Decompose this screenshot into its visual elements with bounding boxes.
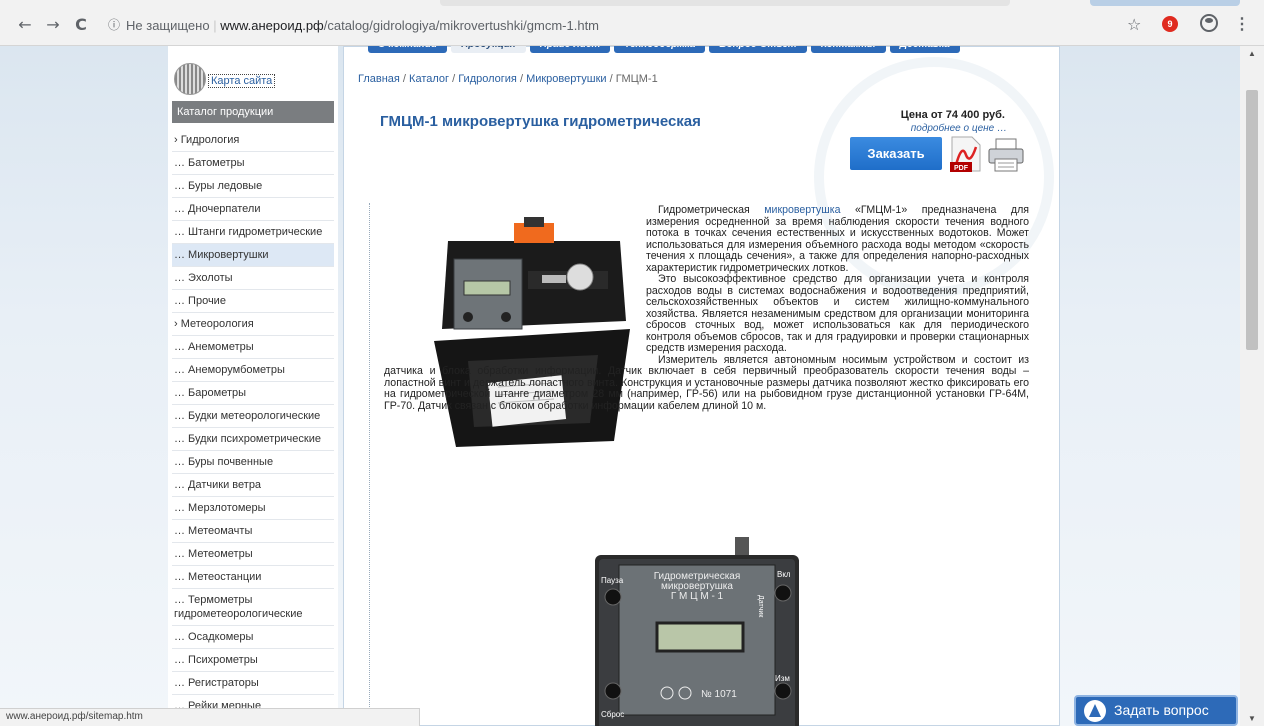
microvertushka-link[interactable]: микровертушка (764, 204, 840, 216)
tab-strip (440, 0, 1010, 6)
content-divider (369, 203, 370, 723)
ask-question-label: Задать вопрос (1114, 702, 1209, 718)
catalog-item[interactable]: … Прочие (172, 290, 334, 313)
description-paragraph-3: Измеритель является автономным носимым у… (384, 353, 1029, 412)
device-serial: № 1071 (701, 689, 737, 700)
catalog-item[interactable]: … Буры почвенные (172, 451, 334, 474)
device-label-3: Г М Ц М - 1 (671, 591, 724, 602)
catalog-item[interactable]: … Барометры (172, 382, 334, 405)
breadcrumb-item-microvertushki[interactable]: Микровертушки (526, 73, 607, 85)
device-image: Гидрометрическая микровертушка Г М Ц М -… (595, 537, 799, 726)
scroll-thumb[interactable] (1246, 90, 1258, 350)
address-text[interactable]: Не защищено | www.анероид.рф/catalog/gid… (126, 18, 599, 33)
description-paragraph-2: Это высокоэффективное средство для орган… (646, 273, 1029, 354)
nav-tab[interactable]: Доставка (889, 46, 960, 53)
breadcrumb: Главная / Каталог / Гидрология / Микрове… (358, 73, 658, 85)
forward-icon[interactable]: → (44, 16, 62, 34)
extension-icon[interactable]: 9 (1162, 16, 1178, 32)
catalog-item[interactable]: … Микровертушки (172, 244, 334, 267)
pdf-icon[interactable]: PDF (948, 135, 982, 173)
sitemap-link[interactable]: Карта сайта (208, 74, 276, 88)
catalog-header: Каталог продукции (172, 101, 334, 123)
nav-tab[interactable]: О компании (368, 46, 448, 53)
print-icon[interactable] (986, 137, 1026, 173)
nav-tab[interactable]: Техподдержка (614, 46, 706, 53)
price-label: Цена от 74 400 руб. (900, 109, 1005, 121)
address-bar[interactable]: ⓘ Не защищено | www.анероид.рф/catalog/g… (102, 13, 1112, 37)
device-reset-label: Сброс (601, 710, 624, 719)
catalog-item[interactable]: … Регистраторы (172, 672, 334, 695)
catalog-item[interactable]: … Метеометры (172, 543, 334, 566)
tab-strip-right (1090, 0, 1240, 6)
catalog-item[interactable]: … Будки психрометрические (172, 428, 334, 451)
reload-icon[interactable]: C (72, 16, 90, 34)
device-on-label: Вкл (777, 570, 791, 579)
ask-question-button[interactable]: Задать вопрос (1074, 695, 1238, 726)
catalog-item[interactable]: … Мерзлотомеры (172, 497, 334, 520)
page-title: ГМЦМ-1 микровертушка гидрометрическая (380, 113, 701, 130)
catalog-item[interactable]: › Метеорология (172, 313, 334, 336)
menu-icon[interactable]: ⋮ (1234, 14, 1250, 34)
catalog-item[interactable]: … Метеомачты (172, 520, 334, 543)
catalog-item[interactable]: … Датчики ветра (172, 474, 334, 497)
web-page: Карта сайта Каталог продукции › Гидролог… (0, 46, 1240, 726)
catalog-item[interactable]: › Гидрология (172, 129, 334, 152)
scroll-up-arrow-icon[interactable]: ▲ (1248, 49, 1256, 58)
catalog-list: › Гидрология… Батометры… Буры ледовые… Д… (172, 129, 334, 718)
description-paragraph-1: Гидрометрическая микровертушка «ГМЦМ-1» … (646, 204, 1030, 274)
catalog-item[interactable]: … Психрометры (172, 649, 334, 672)
catalog-item[interactable]: … Штанги гидрометрические (172, 221, 334, 244)
catalog-item[interactable]: … Эхолоты (172, 267, 334, 290)
status-bar-url: www.анероид.рф/sitemap.htm (0, 708, 420, 726)
nav-tab[interactable]: Контакты (810, 46, 886, 53)
arrow-up-icon (1084, 700, 1106, 722)
nav-tab[interactable]: Продукция (451, 46, 526, 53)
catalog-item[interactable]: … Анемометры (172, 336, 334, 359)
catalog-item[interactable]: … Осадкомеры (172, 626, 334, 649)
catalog-item[interactable]: … Будки метеорологические (172, 405, 334, 428)
globe-logo-icon (174, 63, 206, 95)
nav-tab[interactable]: Вопрос-Ответ (709, 46, 807, 53)
catalog-item[interactable]: … Термометры гидрометеорологические (172, 589, 334, 626)
device-sensor-label: Датчик (757, 595, 764, 618)
main-content: О компанииПродукцияПрайс-листТехподдержк… (343, 46, 1060, 726)
url-domain: www.анероид.рф (220, 18, 324, 33)
site-container: Карта сайта Каталог продукции › Гидролог… (168, 46, 1083, 726)
catalog-item[interactable]: … Буры ледовые (172, 175, 334, 198)
page-scrollbar[interactable]: ▲ ▼ (1240, 46, 1264, 726)
breadcrumb-item-catalog[interactable]: Каталог (409, 73, 449, 85)
bookmark-star-icon[interactable]: ☆ (1127, 15, 1141, 34)
nav-tab[interactable]: Прайс-лист (529, 46, 611, 53)
pdf-label: PDF (954, 165, 969, 172)
catalog-item[interactable]: … Дночерпатели (172, 198, 334, 221)
product-description: Гидрометрическая микровертушка «ГМЦМ-1» … (384, 204, 1030, 412)
security-label: Не защищено (126, 18, 210, 33)
catalog-item[interactable]: … Метеостанции (172, 566, 334, 589)
price-details-link[interactable]: подробнее о цене … (911, 123, 1007, 134)
info-icon[interactable]: ⓘ (108, 16, 120, 33)
url-path: /catalog/gidrologiya/mikrovertushki/gmcm… (323, 18, 600, 33)
sidebar: Карта сайта Каталог продукции › Гидролог… (168, 46, 338, 726)
device-measure-label: Изм (775, 674, 790, 683)
top-navigation: О компанииПродукцияПрайс-листТехподдержк… (368, 46, 960, 61)
device-pause-label: Пауза (601, 576, 624, 585)
back-icon[interactable]: ← (16, 16, 34, 34)
breadcrumb-item-hydrology[interactable]: Гидрология (458, 73, 517, 85)
breadcrumb-current: ГМЦМ-1 (615, 73, 658, 85)
profile-icon[interactable] (1200, 14, 1218, 32)
order-button[interactable]: Заказать (850, 137, 942, 170)
browser-toolbar: ← → C ⓘ Не защищено | www.анероид.рф/cat… (0, 0, 1264, 46)
breadcrumb-item-home[interactable]: Главная (358, 73, 400, 85)
catalog-item[interactable]: … Батометры (172, 152, 334, 175)
scroll-down-arrow-icon[interactable]: ▼ (1248, 714, 1256, 723)
catalog-item[interactable]: … Анеморумбометры (172, 359, 334, 382)
